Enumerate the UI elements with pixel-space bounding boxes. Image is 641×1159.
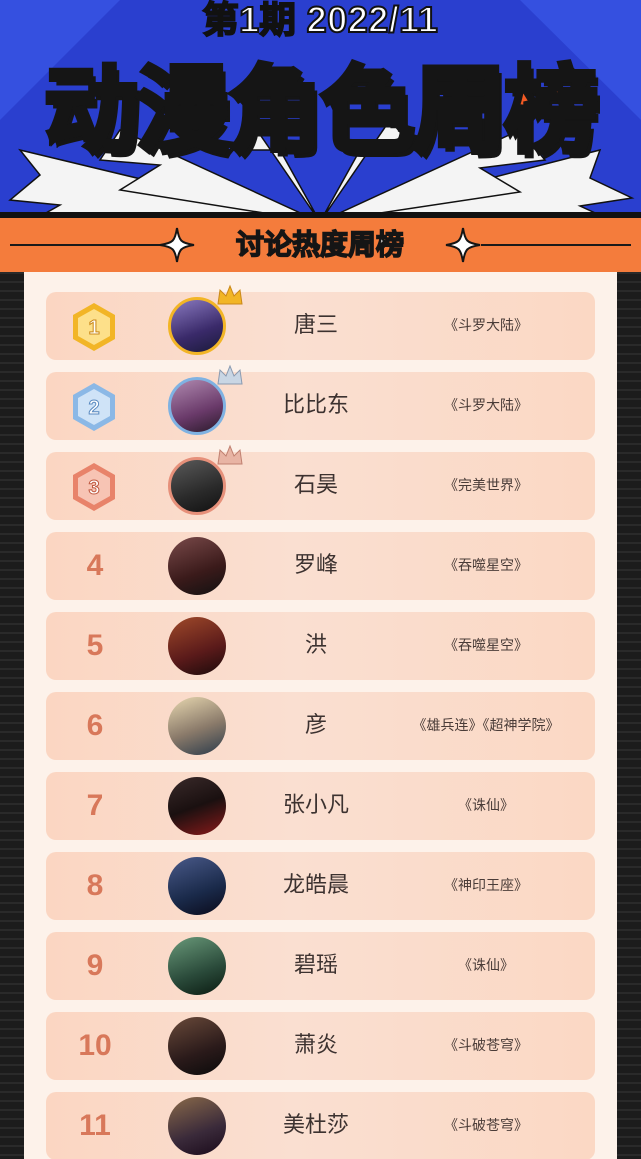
ranking-row[interactable]: 7 张小凡 《诛仙》 <box>46 772 595 840</box>
avatar <box>168 697 226 755</box>
anime-title: 《斗罗大陆》 <box>444 318 528 334</box>
anime-title: 《斗破苍穹》 <box>444 1038 528 1054</box>
character-name: 比比东 <box>282 393 349 418</box>
medal-number: 3 <box>88 477 99 499</box>
rank-number: 9 <box>86 949 104 982</box>
character-name: 罗峰 <box>293 553 338 578</box>
divider-line <box>481 244 631 246</box>
character-name: 美杜莎 <box>282 1113 349 1138</box>
anime-title: 《斗罗大陆》 <box>444 398 528 414</box>
ranking-row[interactable]: 9 碧瑶 《诛仙》 <box>46 932 595 1000</box>
anime-title: 《吞噬星空》 <box>444 558 528 574</box>
ranking-row[interactable]: 1 唐三 《斗罗大陆》 <box>46 284 595 360</box>
avatar <box>168 777 226 835</box>
anime-title: 《诛仙》 <box>458 798 514 814</box>
ranking-row[interactable]: 2 比比东 《斗罗大陆》 <box>46 364 595 440</box>
sparkle-icon <box>445 227 481 263</box>
ranking-row[interactable]: 6 彦 《雄兵连》《超神学院》 <box>46 692 595 760</box>
gold-crown-icon <box>217 284 243 305</box>
character-name: 龙皓晨 <box>282 873 349 898</box>
anime-title: 《神印王座》 <box>444 878 528 894</box>
rank-number: 4 <box>86 549 104 582</box>
issue-date: 第1期 2022/11 <box>202 0 439 41</box>
medal-number: 2 <box>88 397 99 419</box>
character-name: 萧炎 <box>293 1033 338 1058</box>
character-name: 张小凡 <box>282 793 349 818</box>
character-name: 碧瑶 <box>293 953 338 978</box>
avatar <box>168 617 226 675</box>
anime-title: 《诛仙》 <box>458 958 514 974</box>
ranking-row[interactable]: 3 石昊 《完美世界》 <box>46 444 595 520</box>
anime-title: 《吞噬星空》 <box>444 638 528 654</box>
character-name: 唐三 <box>293 313 338 338</box>
header-banner: 第1期 2022/11 动漫角色周榜 <box>0 0 641 222</box>
silver-medal-icon: 2 <box>73 383 115 431</box>
page-title: 动漫角色周榜 <box>42 55 601 168</box>
rank-number: 8 <box>86 869 104 902</box>
silver-crown-icon <box>217 364 243 385</box>
rank-number: 10 <box>78 1029 112 1062</box>
ranking-row[interactable]: 4 罗峰 《吞噬星空》 <box>46 532 595 600</box>
ranking-row[interactable]: 8 龙皓晨 《神印王座》 <box>46 852 595 920</box>
character-name: 洪 <box>304 633 327 658</box>
avatar <box>168 1097 226 1155</box>
avatar <box>168 537 226 595</box>
ranking-row[interactable]: 10 萧炎 《斗破苍穹》 <box>46 1012 595 1080</box>
divider-line <box>10 244 160 246</box>
medal-number: 1 <box>88 317 99 339</box>
bronze-medal-icon: 3 <box>73 463 115 511</box>
right-film-strip <box>617 272 641 1159</box>
avatar <box>168 937 226 995</box>
rank-number: 11 <box>79 1109 111 1142</box>
character-name: 石昊 <box>293 473 338 498</box>
avatar <box>168 857 226 915</box>
avatar <box>168 1017 226 1075</box>
section-subtitle: 讨论热度周榜 <box>235 227 405 262</box>
gold-medal-icon: 1 <box>73 303 115 351</box>
character-name: 彦 <box>304 713 327 738</box>
anime-title: 《雄兵连》《超神学院》 <box>412 718 560 734</box>
anime-title: 《斗破苍穹》 <box>444 1118 528 1134</box>
ranking-row[interactable]: 5 洪 《吞噬星空》 <box>46 612 595 680</box>
left-film-strip <box>0 272 24 1159</box>
rank-number: 6 <box>86 709 104 742</box>
anime-title: 《完美世界》 <box>444 478 528 494</box>
ranking-row[interactable]: 11 美杜莎 《斗破苍穹》 <box>46 1092 595 1159</box>
ranking-list: 1 唐三 《斗罗大陆》 2 比比东 《斗罗大陆》 3 石昊 《完美世界》 4 罗… <box>24 272 617 1159</box>
bronze-crown-icon <box>217 444 243 465</box>
rank-number: 5 <box>86 629 104 662</box>
rank-number: 7 <box>86 789 104 822</box>
sparkle-icon <box>159 227 195 263</box>
subtitle-band: 讨论热度周榜 <box>0 218 641 272</box>
